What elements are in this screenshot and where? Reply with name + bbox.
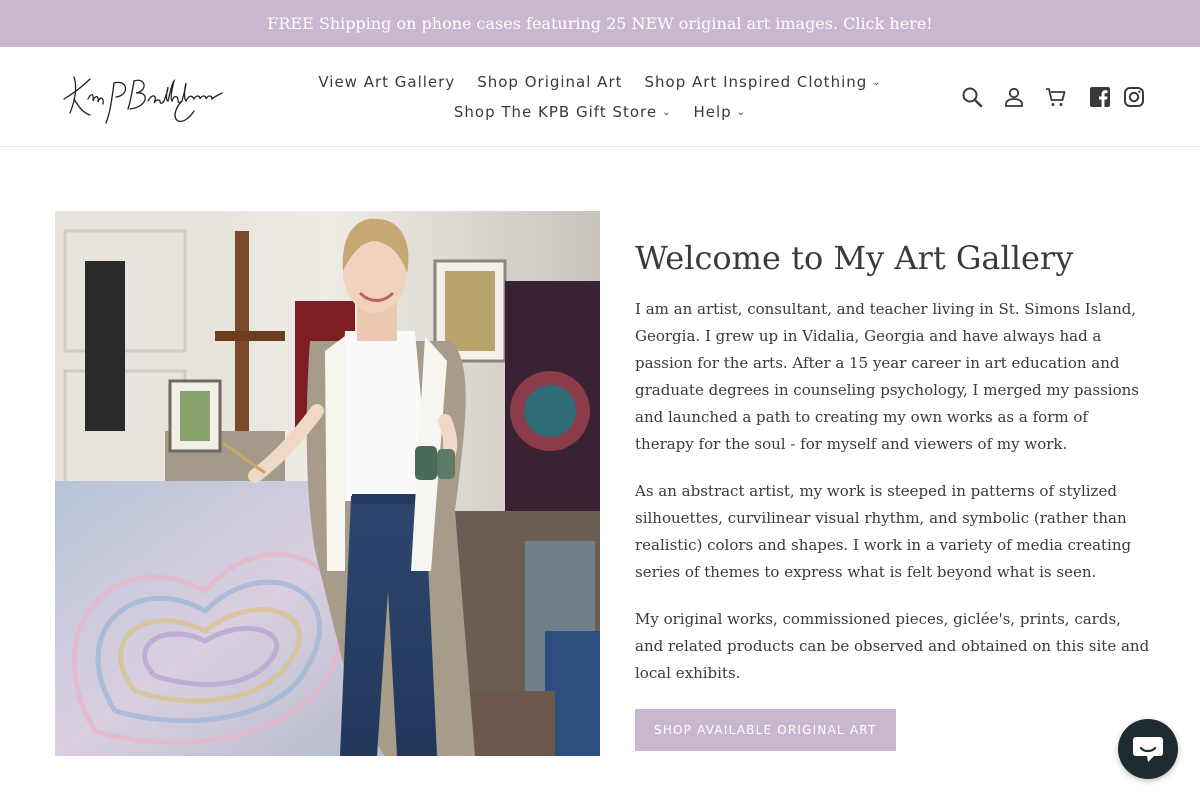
chat-bubble-icon: [1133, 737, 1163, 762]
welcome-section: Welcome to My Art Gallery I am an artist…: [635, 236, 1150, 751]
instagram-icon[interactable]: [1122, 85, 1146, 109]
intro-paragraph-3: My original works, commissioned pieces, …: [635, 610, 1150, 682]
intro-paragraph-1: I am an artist, consultant, and teacher …: [635, 300, 1139, 453]
intro-paragraph-2: As an abstract artist, my work is steepe…: [635, 482, 1132, 581]
nav-shop-original-art[interactable]: Shop Original Art: [466, 71, 633, 93]
chat-button[interactable]: [1118, 719, 1178, 779]
chevron-down-icon: ⌄: [872, 76, 882, 88]
artist-photo: [55, 211, 600, 756]
main-navigation: View Art Gallery Shop Original Art Shop …: [300, 71, 900, 123]
facebook-icon[interactable]: [1088, 85, 1112, 109]
header-icons: [960, 85, 1146, 109]
shop-original-art-button[interactable]: Shop available original art: [635, 709, 896, 751]
announcement-bar: FREE Shipping on phone cases featuring 2…: [0, 0, 1200, 47]
chevron-down-icon: ⌄: [736, 106, 747, 118]
account-icon[interactable]: [1002, 85, 1026, 109]
announcement-link[interactable]: FREE Shipping on phone cases featuring 2…: [267, 14, 932, 33]
cart-icon[interactable]: [1044, 85, 1068, 109]
page-title: Welcome to My Art Gallery: [635, 239, 1074, 277]
signature-logo[interactable]: [60, 69, 240, 125]
nav-help[interactable]: Help ⌄: [683, 101, 758, 123]
chevron-down-icon: ⌄: [662, 106, 672, 118]
search-icon[interactable]: [960, 85, 984, 109]
nav-label: Shop Original Art: [477, 73, 623, 91]
nav-label: Help: [693, 103, 732, 121]
nav-view-art-gallery[interactable]: View Art Gallery: [307, 71, 466, 93]
nav-label: Shop Art Inspired Clothing: [644, 73, 868, 91]
nav-shop-art-inspired-clothing[interactable]: Shop Art Inspired Clothing ⌄: [634, 71, 893, 93]
site-header: View Art Gallery Shop Original Art Shop …: [0, 47, 1200, 147]
nav-label: Shop The KPB Gift Store: [453, 103, 658, 121]
nav-label: View Art Gallery: [318, 73, 456, 91]
nav-shop-kpb-gift-store[interactable]: Shop The KPB Gift Store ⌄: [443, 101, 683, 123]
